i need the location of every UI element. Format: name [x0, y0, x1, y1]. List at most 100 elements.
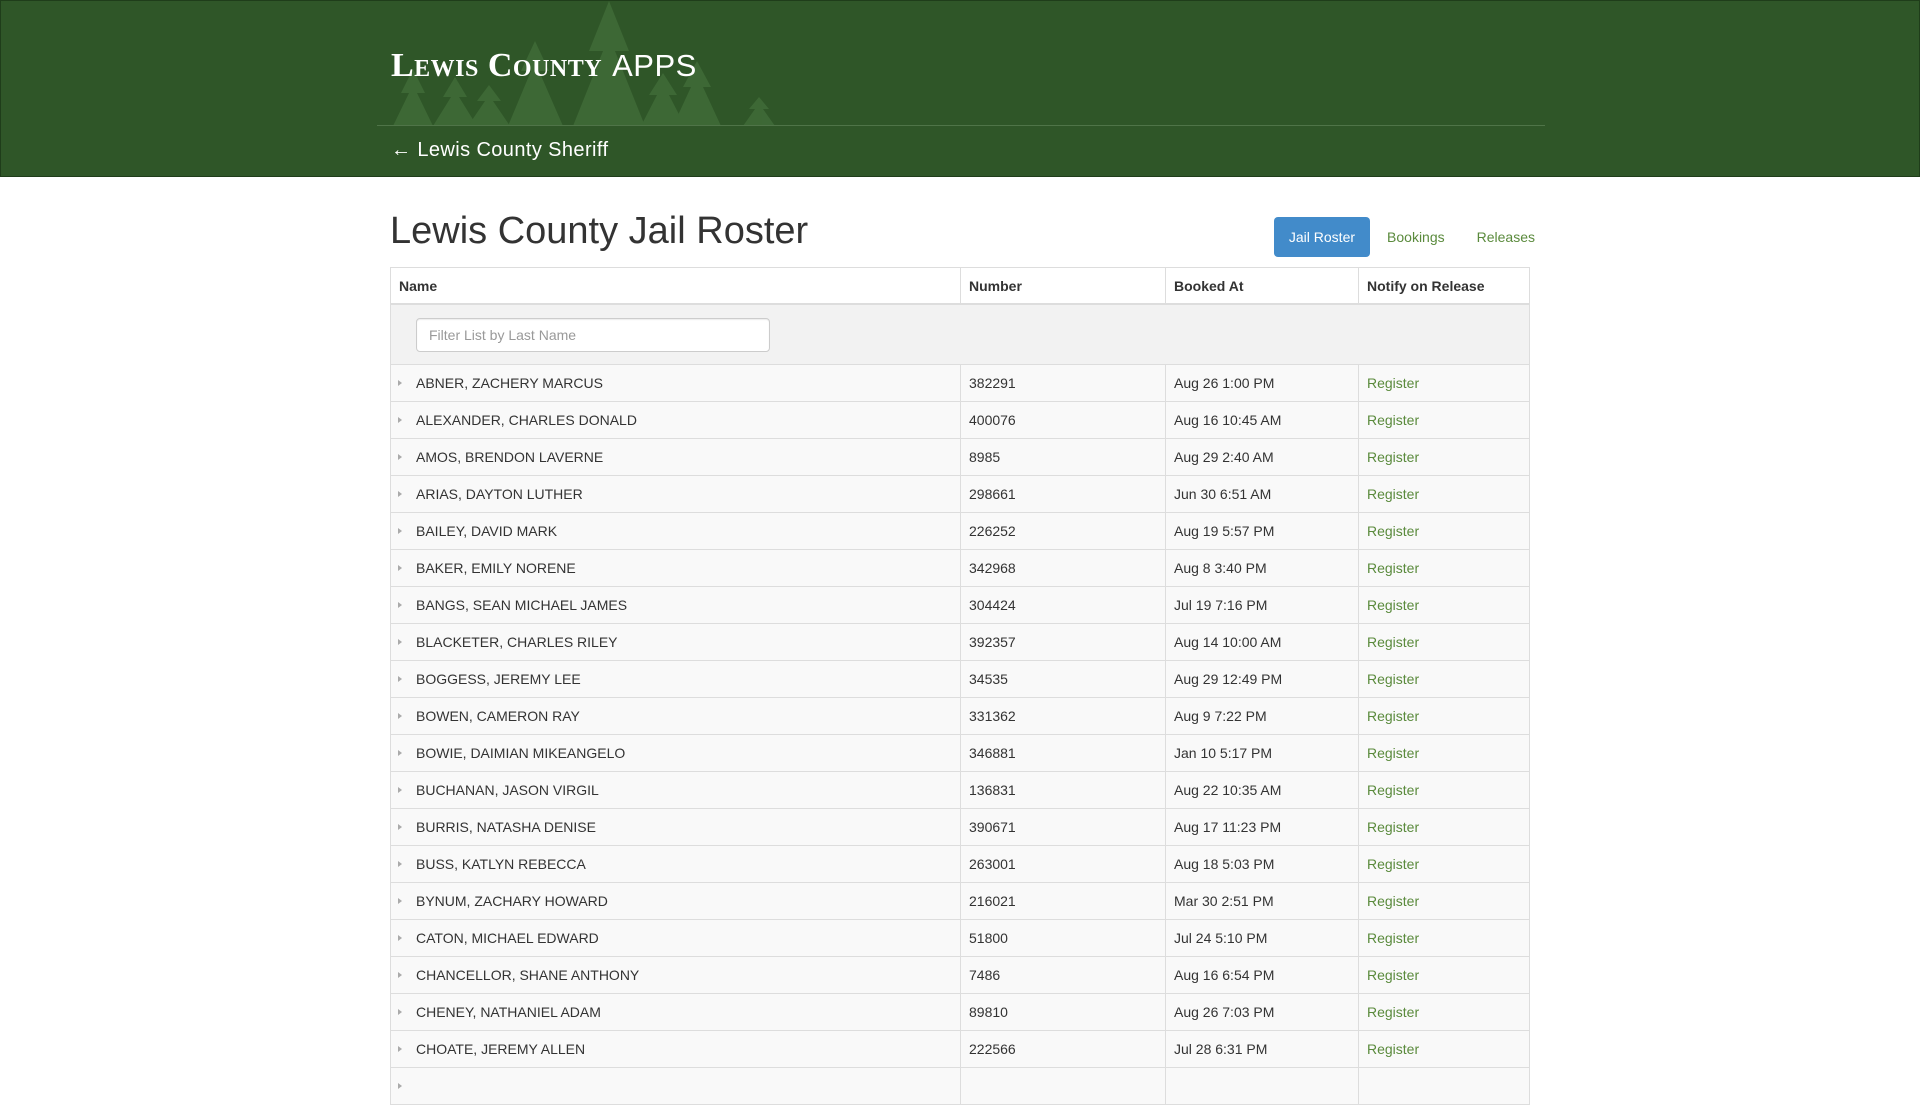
name-cell: CHOATE, JEREMY ALLEN — [391, 1031, 961, 1067]
table-row[interactable]: CHANCELLOR, SHANE ANTHONY 7486 Aug 16 6:54… — [391, 957, 1529, 994]
register-link[interactable]: Register — [1367, 523, 1419, 539]
expand-caret-icon[interactable] — [398, 1009, 402, 1015]
tab-releases[interactable]: Releases — [1462, 217, 1550, 257]
expand-caret-icon[interactable] — [398, 602, 402, 608]
notify-cell: Register — [1359, 772, 1529, 808]
expand-caret-icon[interactable] — [398, 935, 402, 941]
table-row[interactable]: BAILEY, DAVID MARK 226252 Aug 19 5:57 PM Re… — [391, 513, 1529, 550]
name-cell: ABNER, ZACHERY MARCUS — [391, 365, 961, 401]
table-row[interactable]: AMOS, BRENDON LAVERNE 8985 Aug 29 2:40 AM R… — [391, 439, 1529, 476]
expand-caret-icon[interactable] — [398, 972, 402, 978]
register-link[interactable]: Register — [1367, 671, 1419, 687]
expand-caret-icon[interactable] — [398, 713, 402, 719]
notify-cell: Register — [1359, 698, 1529, 734]
brand-main-text: Lewis County — [391, 47, 603, 84]
booked-at: Aug 14 10:00 AM — [1166, 624, 1359, 660]
expand-caret-icon[interactable] — [398, 1083, 402, 1089]
register-link[interactable]: Register — [1367, 486, 1419, 502]
booked-at: Aug 19 5:57 PM — [1166, 513, 1359, 549]
page-title: Lewis County Jail Roster — [390, 210, 809, 252]
table-row[interactable]: ARIAS, DAYTON LUTHER 298661 Jun 30 6:51 AM… — [391, 476, 1529, 513]
filter-last-name-input[interactable] — [416, 317, 770, 352]
expand-caret-icon[interactable] — [398, 639, 402, 645]
name-cell: ARIAS, DAYTON LUTHER — [391, 476, 961, 512]
booked-at: Aug 29 12:49 PM — [1166, 661, 1359, 697]
register-link[interactable]: Register — [1367, 634, 1419, 650]
table-row[interactable]: ABNER, ZACHERY MARCUS 382291 Aug 26 1:00 P… — [391, 365, 1529, 402]
booking-number: 331362 — [961, 698, 1166, 734]
table-row[interactable]: BURRIS, NATASHA DENISE 390671 Aug 17 11:23… — [391, 809, 1529, 846]
booking-number: 34535 — [961, 661, 1166, 697]
name-cell: BUSS, KATLYN REBECCA — [391, 846, 961, 882]
register-link[interactable]: Register — [1367, 745, 1419, 761]
booking-number: 342968 — [961, 550, 1166, 586]
tab-bookings[interactable]: Bookings — [1372, 217, 1460, 257]
register-link[interactable]: Register — [1367, 1041, 1419, 1057]
register-link[interactable]: Register — [1367, 930, 1419, 946]
inmate-name: BYNUM, ZACHARY HOWARD — [416, 893, 608, 909]
booked-at: Jul 28 6:31 PM — [1166, 1031, 1359, 1067]
booking-number: 51800 — [961, 920, 1166, 956]
notify-cell: Register — [1359, 365, 1529, 401]
filter-row — [391, 305, 1529, 365]
expand-caret-icon[interactable] — [398, 528, 402, 534]
table-body: ABNER, ZACHERY MARCUS 382291 Aug 26 1:00 P… — [391, 365, 1529, 1105]
table-row[interactable]: BUCHANAN, JASON VIRGIL 136831 Aug 22 10:35… — [391, 772, 1529, 809]
register-link[interactable]: Register — [1367, 967, 1419, 983]
register-link[interactable]: Register — [1367, 708, 1419, 724]
expand-caret-icon[interactable] — [398, 861, 402, 867]
name-cell: BUCHANAN, JASON VIRGIL — [391, 772, 961, 808]
booking-number: 216021 — [961, 883, 1166, 919]
table-row[interactable]: BOWIE, DAIMIAN MIKEANGELO 346881 Jan 10 5:… — [391, 735, 1529, 772]
table-row[interactable]: CHENEY, NATHANIEL ADAM 89810 Aug 26 7:03 P… — [391, 994, 1529, 1031]
register-link[interactable]: Register — [1367, 597, 1419, 613]
notify-cell: Register — [1359, 402, 1529, 438]
booked-at: Aug 9 7:22 PM — [1166, 698, 1359, 734]
expand-caret-icon[interactable] — [398, 750, 402, 756]
register-link[interactable]: Register — [1367, 375, 1419, 391]
table-row[interactable] — [391, 1068, 1529, 1105]
site-logo[interactable]: Lewis County APPS — [391, 47, 697, 87]
table-row[interactable]: BAKER, EMILY NORENE 342968 Aug 8 3:40 PM Re… — [391, 550, 1529, 587]
expand-caret-icon[interactable] — [398, 787, 402, 793]
brand-sub-text: APPS — [612, 48, 697, 83]
expand-caret-icon[interactable] — [398, 565, 402, 571]
notify-cell: Register — [1359, 476, 1529, 512]
expand-caret-icon[interactable] — [398, 454, 402, 460]
notify-cell: Register — [1359, 735, 1529, 771]
booked-at: Aug 16 6:54 PM — [1166, 957, 1359, 993]
expand-caret-icon[interactable] — [398, 676, 402, 682]
table-row[interactable]: CHOATE, JEREMY ALLEN 222566 Jul 28 6:31 PM… — [391, 1031, 1529, 1068]
expand-caret-icon[interactable] — [398, 1046, 402, 1052]
register-link[interactable]: Register — [1367, 819, 1419, 835]
register-link[interactable]: Register — [1367, 449, 1419, 465]
table-row[interactable]: BYNUM, ZACHARY HOWARD 216021 Mar 30 2:51 P… — [391, 883, 1529, 920]
tab-jail-roster[interactable]: Jail Roster — [1273, 217, 1371, 257]
booked-at — [1166, 1068, 1359, 1104]
expand-caret-icon[interactable] — [398, 491, 402, 497]
name-cell: CHENEY, NATHANIEL ADAM — [391, 994, 961, 1030]
table-row[interactable]: CATON, MICHAEL EDWARD 51800 Jul 24 5:10 PM… — [391, 920, 1529, 957]
register-link[interactable]: Register — [1367, 1004, 1419, 1020]
register-link[interactable]: Register — [1367, 893, 1419, 909]
booking-number: 136831 — [961, 772, 1166, 808]
notify-cell: Register — [1359, 587, 1529, 623]
table-row[interactable]: BANGS, SEAN MICHAEL JAMES 304424 Jul 19 7:… — [391, 587, 1529, 624]
table-row[interactable]: ALEXANDER, CHARLES DONALD 400076 Aug 16 10… — [391, 402, 1529, 439]
table-row[interactable]: BOWEN, CAMERON RAY 331362 Aug 9 7:22 PM Reg… — [391, 698, 1529, 735]
table-row[interactable]: BUSS, KATLYN REBECCA 263001 Aug 18 5:03 PM… — [391, 846, 1529, 883]
booked-at: Aug 26 7:03 PM — [1166, 994, 1359, 1030]
expand-caret-icon[interactable] — [398, 417, 402, 423]
name-cell: CHANCELLOR, SHANE ANTHONY — [391, 957, 961, 993]
table-row[interactable]: BOGGESS, JEREMY LEE 34535 Aug 29 12:49 PM R… — [391, 661, 1529, 698]
expand-caret-icon[interactable] — [398, 898, 402, 904]
expand-caret-icon[interactable] — [398, 380, 402, 386]
register-link[interactable]: Register — [1367, 782, 1419, 798]
expand-caret-icon[interactable] — [398, 824, 402, 830]
register-link[interactable]: Register — [1367, 856, 1419, 872]
table-row[interactable]: BLACKETER, CHARLES RILEY 392357 Aug 14 10:… — [391, 624, 1529, 661]
register-link[interactable]: Register — [1367, 412, 1419, 428]
register-link[interactable]: Register — [1367, 560, 1419, 576]
header-divider — [377, 125, 1545, 126]
back-to-sheriff-link[interactable]: ← Lewis County Sheriff — [391, 139, 608, 162]
